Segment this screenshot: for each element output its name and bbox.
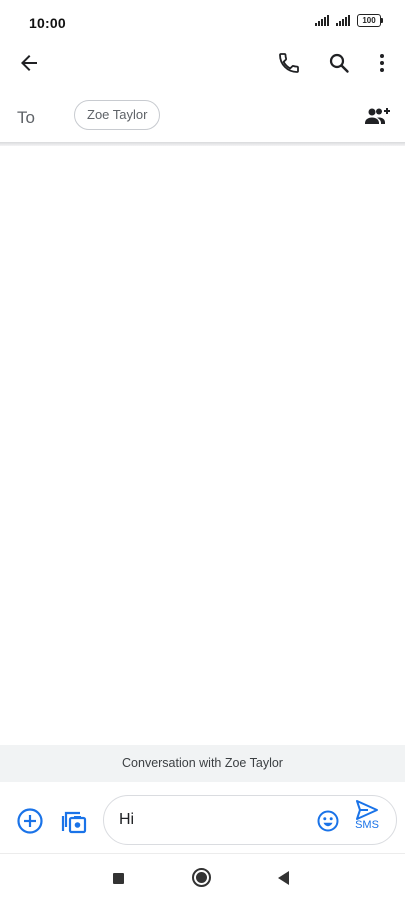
photo-attach-button[interactable]: [57, 804, 91, 838]
compose-bar: SMS: [0, 788, 405, 850]
message-input[interactable]: [119, 796, 299, 844]
status-time: 10:00: [29, 15, 66, 31]
send-label: SMS: [355, 819, 379, 831]
phone-icon: [279, 53, 299, 73]
add-people-button[interactable]: [360, 99, 394, 133]
signal-icon: [315, 15, 329, 26]
send-sms-button[interactable]: SMS: [349, 799, 385, 841]
status-icons: 100: [315, 14, 383, 27]
to-label: To: [17, 108, 35, 127]
toolbar: [0, 40, 405, 86]
add-circle-icon: [17, 808, 43, 834]
more-vert-icon: [380, 54, 384, 72]
navigation-bar: [0, 853, 405, 902]
recipient-chip[interactable]: Zoe Taylor: [74, 100, 161, 130]
home-icon[interactable]: [192, 868, 211, 887]
back-button[interactable]: [12, 46, 46, 80]
emoji-button[interactable]: [311, 804, 345, 838]
header-divider: [0, 142, 405, 146]
recents-icon[interactable]: [113, 873, 124, 884]
photo-attach-icon: [61, 811, 87, 834]
add-attachment-button[interactable]: [13, 804, 47, 838]
back-icon[interactable]: [278, 871, 289, 885]
send-icon: [356, 800, 378, 820]
conversation-banner: Conversation with Zoe Taylor: [0, 745, 405, 782]
message-box: SMS: [103, 795, 397, 845]
status-bar: 10:00 100: [0, 0, 405, 44]
back-arrow-icon: [21, 55, 37, 71]
more-options-button[interactable]: [365, 46, 399, 80]
group-add-icon: [365, 108, 390, 124]
search-button[interactable]: [322, 46, 356, 80]
battery-level: 100: [357, 14, 381, 27]
search-icon: [329, 53, 349, 73]
signal-icon: [336, 15, 350, 26]
call-button[interactable]: [272, 46, 306, 80]
recipient-row: To Zoe Taylor: [0, 90, 405, 142]
battery-icon: 100: [357, 14, 383, 27]
emoji-icon: [317, 810, 339, 832]
